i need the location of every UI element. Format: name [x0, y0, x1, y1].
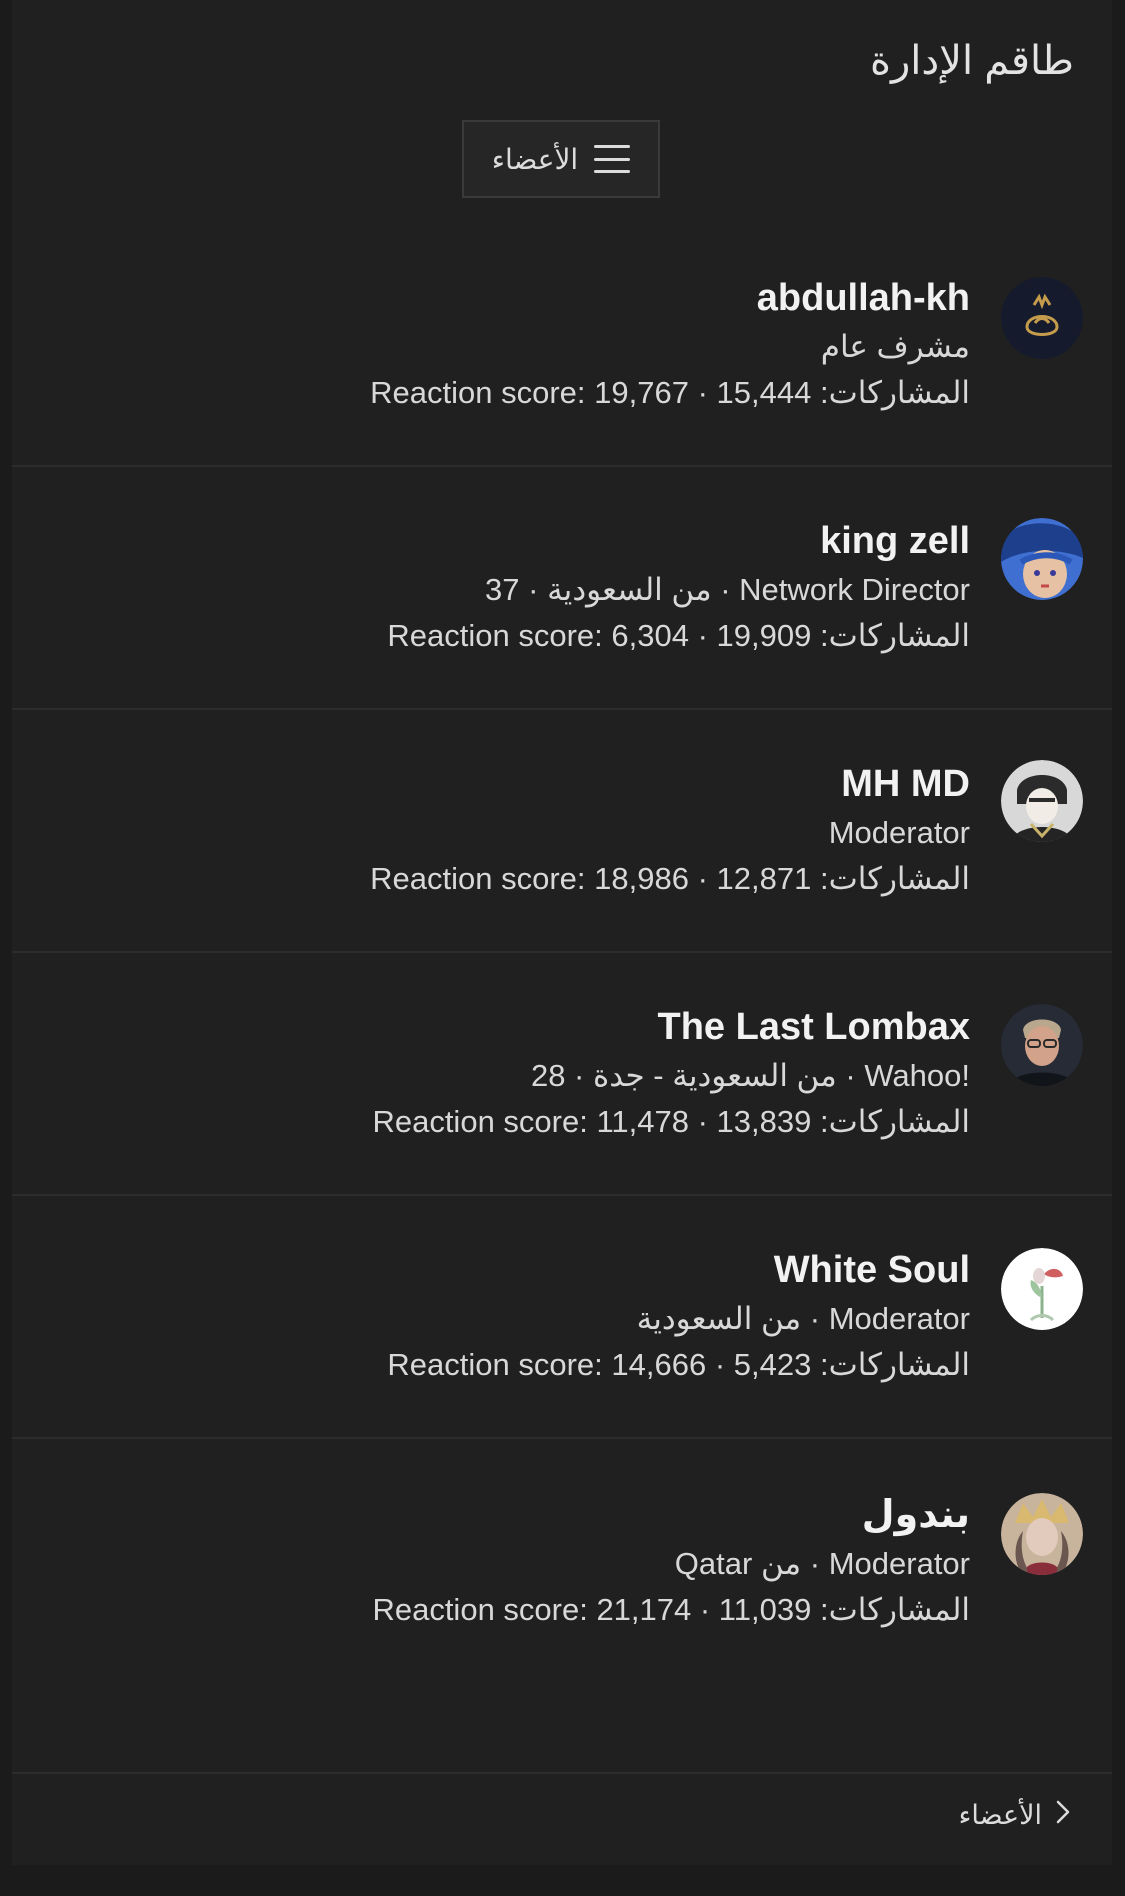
- member-row: White Soul من السعودية · Moderator React…: [12, 1196, 1112, 1439]
- member-stats: Reaction score: 18,986 · 12,871 :المشارك…: [370, 861, 970, 896]
- staff-panel: طاقم الإدارة الأعضاء abdullah-kh مشرف عا…: [12, 0, 1112, 1865]
- member-row: بندول Qatar من · Moderator Reaction scor…: [12, 1439, 1112, 1682]
- chevron-right-icon: [1056, 1800, 1070, 1831]
- members-tab-label: الأعضاء: [491, 143, 579, 175]
- member-meta: من السعودية · Moderator: [636, 1301, 970, 1336]
- member-name[interactable]: The Last Lombax: [372, 1003, 971, 1051]
- member-name[interactable]: White Soul: [387, 1246, 970, 1294]
- avatar[interactable]: [1001, 760, 1083, 842]
- member-meta: Moderator: [828, 815, 970, 850]
- member-stats: Reaction score: 14,666 · 5,423 :المشاركا…: [387, 1347, 970, 1382]
- member-meta: من السعودية · 37 · Network Director: [485, 572, 970, 607]
- member-name[interactable]: MH MD: [370, 760, 970, 808]
- avatar[interactable]: [1001, 1248, 1083, 1330]
- avatar[interactable]: [1001, 1493, 1083, 1575]
- member-row: king zell من السعودية · 37 · Network Dir…: [12, 467, 1112, 710]
- member-name[interactable]: abdullah-kh: [370, 274, 970, 322]
- member-info: بندول Qatar من · Moderator Reaction scor…: [372, 1491, 970, 1633]
- member-info: The Last Lombax من السعودية - جدة · 28 ·…: [372, 1003, 970, 1145]
- member-name[interactable]: بندول: [372, 1491, 970, 1539]
- member-info: MH MD Moderator Reaction score: 18,986 ·…: [370, 760, 970, 902]
- footer-link-label: الأعضاء: [958, 1800, 1042, 1830]
- member-stats: Reaction score: 11,478 · 13,839 :المشارك…: [372, 1104, 970, 1139]
- avatar[interactable]: [1001, 1004, 1083, 1086]
- menu-icon: [594, 145, 631, 173]
- member-meta: مشرف عام: [820, 329, 970, 364]
- member-info: abdullah-kh مشرف عام Reaction score: 19,…: [370, 274, 970, 416]
- avatar[interactable]: [1001, 277, 1083, 359]
- member-stats: Reaction score: 6,304 · 19,909 :المشاركا…: [387, 618, 970, 653]
- member-info: king zell من السعودية · 37 · Network Dir…: [387, 517, 970, 659]
- members-tab-button[interactable]: الأعضاء: [462, 120, 660, 198]
- page-title: طاقم الإدارة: [869, 39, 1074, 83]
- member-info: White Soul من السعودية · Moderator React…: [387, 1246, 970, 1388]
- members-footer-link[interactable]: الأعضاء: [959, 1800, 1070, 1831]
- member-name[interactable]: king zell: [387, 517, 970, 565]
- member-meta: من السعودية - جدة · 28 · Wahoo!: [530, 1058, 970, 1093]
- member-stats: Reaction score: 21,174 · 11,039 :المشارك…: [372, 1592, 970, 1627]
- member-row: MH MD Moderator Reaction score: 18,986 ·…: [12, 710, 1112, 953]
- member-stats: Reaction score: 19,767 · 15,444 :المشارك…: [370, 375, 970, 410]
- member-row: The Last Lombax من السعودية - جدة · 28 ·…: [12, 953, 1112, 1196]
- member-meta: Qatar من · Moderator: [674, 1546, 970, 1581]
- avatar[interactable]: [1001, 518, 1083, 600]
- footer-divider: [12, 1772, 1112, 1774]
- member-row: abdullah-kh مشرف عام Reaction score: 19,…: [12, 224, 1112, 467]
